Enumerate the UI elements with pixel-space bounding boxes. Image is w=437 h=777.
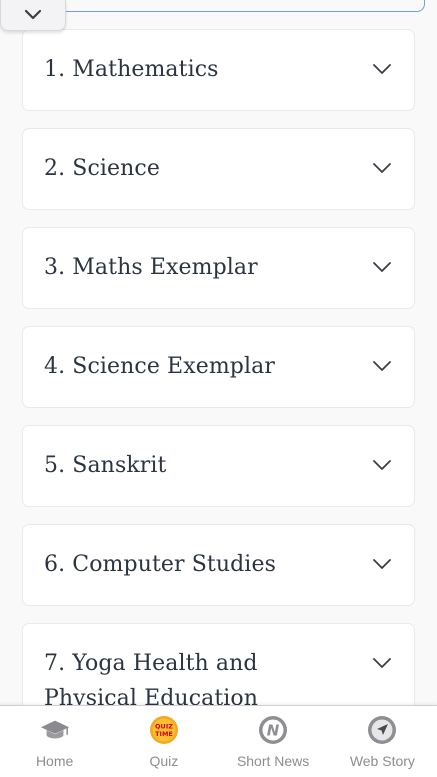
search-bar-edge <box>60 0 425 12</box>
subject-item-mathematics[interactable]: 1. Mathematics <box>22 29 415 111</box>
subject-title: 1. Mathematics <box>44 57 219 82</box>
subject-item-science[interactable]: 2. Science <box>22 128 415 210</box>
news-n-icon: N <box>258 715 288 745</box>
nav-home[interactable]: Home <box>0 706 109 777</box>
nav-label: Short News <box>236 753 310 769</box>
graduation-cap-icon <box>40 715 70 745</box>
chevron-down-icon <box>373 559 391 569</box>
nav-short-news[interactable]: N Short News <box>219 706 328 777</box>
quiz-time-icon: QUIZ TIME <box>149 715 179 745</box>
nav-label: Web Story <box>349 753 415 769</box>
chevron-down-icon <box>373 163 391 173</box>
subject-item-sanskrit[interactable]: 5. Sanskrit <box>22 425 415 507</box>
chevron-down-icon <box>373 361 391 371</box>
chevron-down-icon <box>373 460 391 470</box>
nav-label: Quiz <box>149 753 179 769</box>
chevron-down-icon <box>373 262 391 272</box>
nav-label: Home <box>35 753 74 769</box>
subject-title: 6. Computer Studies <box>44 552 276 577</box>
subject-item-computer-studies[interactable]: 6. Computer Studies <box>22 524 415 606</box>
news-icon-letter: N <box>267 722 280 740</box>
subject-title: 3. Maths Exemplar <box>44 255 258 280</box>
bottom-navigation-bar: Home QUIZ TIME Quiz N Short News Web Sto… <box>0 705 437 777</box>
page: 1. Mathematics 2. Science 3. Maths Exemp… <box>0 0 437 777</box>
nav-quiz[interactable]: QUIZ TIME Quiz <box>109 706 218 777</box>
chevron-down-icon <box>24 9 42 20</box>
subject-title: 4. Science Exemplar <box>44 354 275 379</box>
subject-title: 2. Science <box>44 156 160 181</box>
subject-item-science-exemplar[interactable]: 4. Science Exemplar <box>22 326 415 408</box>
chevron-down-icon <box>373 658 391 668</box>
quiz-icon-text-bottom: TIME <box>155 730 173 738</box>
collapse-toggle-button[interactable] <box>0 0 66 31</box>
send-arrow-icon <box>367 715 397 745</box>
subject-title: 5. Sanskrit <box>44 453 167 478</box>
nav-web-story[interactable]: Web Story <box>328 706 437 777</box>
subject-item-maths-exemplar[interactable]: 3. Maths Exemplar <box>22 227 415 309</box>
chevron-down-icon <box>373 64 391 74</box>
subject-accordion-list: 1. Mathematics 2. Science 3. Maths Exemp… <box>22 29 415 754</box>
